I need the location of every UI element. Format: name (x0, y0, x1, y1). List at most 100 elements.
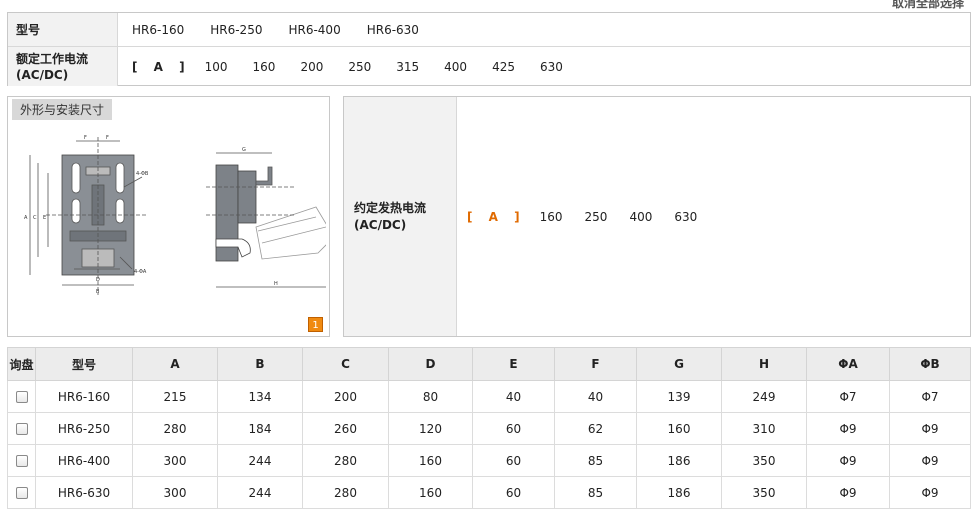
dimension-cell: 62 (554, 412, 637, 445)
rated-current-label-text: 额定工作电流 (16, 51, 89, 66)
svg-text:A: A (24, 215, 28, 221)
page-number-badge[interactable]: 1 (308, 317, 323, 332)
col-e: E (472, 347, 555, 381)
dimension-cell: Φ7 (889, 380, 971, 413)
current-option[interactable]: 250 (348, 60, 371, 74)
dimension-cell: 184 (217, 412, 303, 445)
svg-text:F: F (84, 135, 87, 141)
dimension-cell: 60 (472, 412, 555, 445)
thermal-current-panel: 约定发热电流 (AC/DC) [ A ] 160 250 400 630 (343, 96, 971, 337)
dimension-cell: 280 (302, 444, 389, 477)
current-option[interactable]: 200 (300, 60, 323, 74)
dimension-cell: 160 (388, 476, 473, 509)
dimension-cell: Φ9 (806, 476, 890, 509)
dimension-cell: 40 (472, 380, 555, 413)
rated-current-label-unit: (AC/DC) (16, 67, 69, 82)
col-g: G (636, 347, 722, 381)
inquiry-checkbox[interactable] (15, 455, 28, 467)
table-row: HR6-160 215 134 200 80 40 40 139 249 Φ7 Φ7 (7, 380, 971, 413)
svg-text:F: F (106, 135, 109, 141)
dimension-cell: 200 (302, 380, 389, 413)
dimension-cell: 350 (721, 476, 807, 509)
inquiry-checkbox[interactable] (15, 391, 28, 403)
thermal-current-option[interactable]: 400 (629, 210, 652, 224)
table-row: HR6-630 300 244 280 160 60 85 186 350 Φ9 Φ9 (7, 476, 971, 509)
inquiry-checkbox-cell (7, 412, 36, 445)
svg-text:4-ΦA: 4-ΦA (134, 269, 147, 275)
svg-text:H: H (274, 281, 278, 287)
current-option[interactable]: 160 (253, 60, 276, 74)
dimension-cell: 244 (217, 476, 303, 509)
model-option[interactable]: HR6-400 (288, 23, 340, 37)
current-option[interactable]: 630 (540, 60, 563, 74)
dimension-cell: 186 (636, 444, 722, 477)
dimension-drawing-panel: 外形与安装尺寸 ACE DB FF 4-ΦB 4-ΦA G H 1 (7, 96, 330, 337)
inquiry-checkbox-cell (7, 476, 36, 509)
model-options: HR6-160 HR6-250 HR6-400 HR6-630 (118, 13, 445, 46)
col-inquiry: 询盘 (7, 347, 36, 381)
table-row: HR6-400 300 244 280 160 60 85 186 350 Φ9 Φ9 (7, 444, 971, 477)
svg-text:G: G (242, 147, 246, 153)
thermal-current-option[interactable]: 250 (585, 210, 608, 224)
rated-current-label: 额定工作电流 (AC/DC) (8, 47, 118, 86)
dimension-cell: 40 (554, 380, 637, 413)
dimension-cell: 186 (636, 476, 722, 509)
model-cell: HR6-250 (35, 412, 133, 445)
svg-text:4-ΦB: 4-ΦB (136, 171, 149, 177)
dimension-cell: 310 (721, 412, 807, 445)
col-b: B (217, 347, 303, 381)
col-phi-a: ΦA (806, 347, 890, 381)
col-h: H (721, 347, 807, 381)
model-filter-row: 型号 HR6-160 HR6-250 HR6-400 HR6-630 (8, 13, 970, 47)
inquiry-checkbox[interactable] (15, 423, 28, 435)
dimension-cell: 260 (302, 412, 389, 445)
dimension-cell: Φ9 (889, 412, 971, 445)
current-filter-row: 额定工作电流 (AC/DC) [ A ] 100 160 200 250 315… (8, 47, 970, 86)
inquiry-checkbox-cell (7, 444, 36, 477)
thermal-current-label: 约定发热电流 (AC/DC) (344, 97, 457, 336)
current-option[interactable]: 315 (396, 60, 419, 74)
model-label: 型号 (8, 13, 118, 46)
svg-text:D: D (96, 277, 100, 283)
thermal-current-option[interactable]: 630 (674, 210, 697, 224)
svg-text:E: E (43, 215, 46, 221)
col-c: C (302, 347, 389, 381)
model-option[interactable]: HR6-630 (367, 23, 419, 37)
col-f: F (554, 347, 637, 381)
spec-table: 询盘 型号 A B C D E F G H ΦA ΦB HR6-160 215 13… (7, 347, 971, 509)
dimension-drawing: ACE DB F F 4-ΦB 4-ΦA G H (24, 135, 326, 295)
current-option[interactable]: 400 (444, 60, 467, 74)
dimension-cell: Φ9 (889, 444, 971, 477)
thermal-current-option[interactable]: 160 (540, 210, 563, 224)
dimension-cell: Φ9 (806, 444, 890, 477)
current-option[interactable]: 100 (205, 60, 228, 74)
dimension-cell: 160 (388, 444, 473, 477)
inquiry-checkbox-cell (7, 380, 36, 413)
model-cell: HR6-630 (35, 476, 133, 509)
dimension-cell: Φ9 (806, 412, 890, 445)
dimension-cell: 160 (636, 412, 722, 445)
dimension-cell: 60 (472, 444, 555, 477)
current-options: [ A ] 100 160 200 250 315 400 425 630 (118, 47, 588, 86)
dimension-cell: 244 (217, 444, 303, 477)
inquiry-checkbox[interactable] (15, 487, 28, 499)
col-a: A (132, 347, 218, 381)
dimension-cell: 60 (472, 476, 555, 509)
col-model: 型号 (35, 347, 133, 381)
dimension-cell: 249 (721, 380, 807, 413)
drawing-title: 外形与安装尺寸 (12, 99, 113, 120)
model-option[interactable]: HR6-250 (210, 23, 262, 37)
dimension-cell: 85 (554, 476, 637, 509)
dimension-cell: Φ9 (889, 476, 971, 509)
dimension-cell: 300 (132, 476, 218, 509)
unit-tag: [ A ] (132, 59, 191, 74)
dimension-cell: 85 (554, 444, 637, 477)
col-phi-b: ΦB (889, 347, 971, 381)
dimension-cell: Φ7 (806, 380, 890, 413)
model-cell: HR6-400 (35, 444, 133, 477)
model-option[interactable]: HR6-160 (132, 23, 184, 37)
current-option[interactable]: 425 (492, 60, 515, 74)
dimension-cell: 120 (388, 412, 473, 445)
deselect-all-link[interactable]: 取消全部选择 (892, 0, 964, 11)
dimension-cell: 350 (721, 444, 807, 477)
